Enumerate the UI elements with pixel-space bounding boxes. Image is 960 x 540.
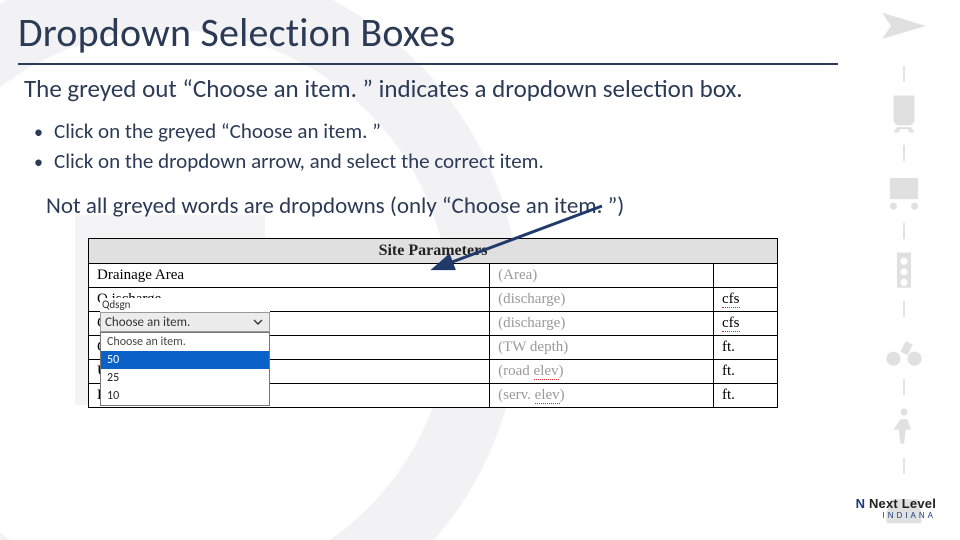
row-unit: ft. <box>714 384 778 408</box>
row-placeholder: (discharge) <box>490 288 714 312</box>
dropdown-option-header[interactable]: Choose an item. <box>101 333 269 351</box>
page-title: Dropdown Selection Boxes <box>18 8 936 57</box>
bullet-item: Click on the greyed “Choose an item. ” <box>56 116 936 146</box>
row-unit: cfs <box>714 288 778 312</box>
pointer-arrow <box>412 202 612 282</box>
row-unit: cfs <box>714 312 778 336</box>
title-rule <box>18 63 838 65</box>
dropdown-option[interactable]: 50 <box>101 351 269 369</box>
row-unit <box>714 264 778 288</box>
dropdown-option[interactable]: 10 <box>101 387 269 405</box>
row-placeholder: (TW depth) <box>490 336 714 360</box>
dropdown-overlay: Qdsgn Choose an item. Choose an item. 50… <box>100 298 270 406</box>
bullet-item: Click on the dropdown arrow, and select … <box>56 146 936 176</box>
dropdown-select[interactable]: Choose an item. <box>100 312 270 332</box>
dropdown-list: Choose an item. 50 25 10 <box>100 332 270 406</box>
row-placeholder: (road elev) <box>490 360 714 384</box>
dropdown-field-label: Qdsgn <box>100 298 270 312</box>
table-screenshot: Site Parameters Drainage Area (Area) Q i… <box>72 238 792 448</box>
lead-text: The greyed out “Choose an item. ” indica… <box>18 73 936 104</box>
dropdown-selected-text: Choose an item. <box>105 315 190 330</box>
dropdown-option[interactable]: 25 <box>101 369 269 387</box>
row-unit: ft. <box>714 336 778 360</box>
row-unit: ft. <box>714 360 778 384</box>
row-placeholder: (discharge) <box>490 312 714 336</box>
row-placeholder: (serv. elev) <box>490 384 714 408</box>
bullet-list: Click on the greyed “Choose an item. ” C… <box>18 104 936 188</box>
chevron-down-icon[interactable] <box>251 315 265 329</box>
